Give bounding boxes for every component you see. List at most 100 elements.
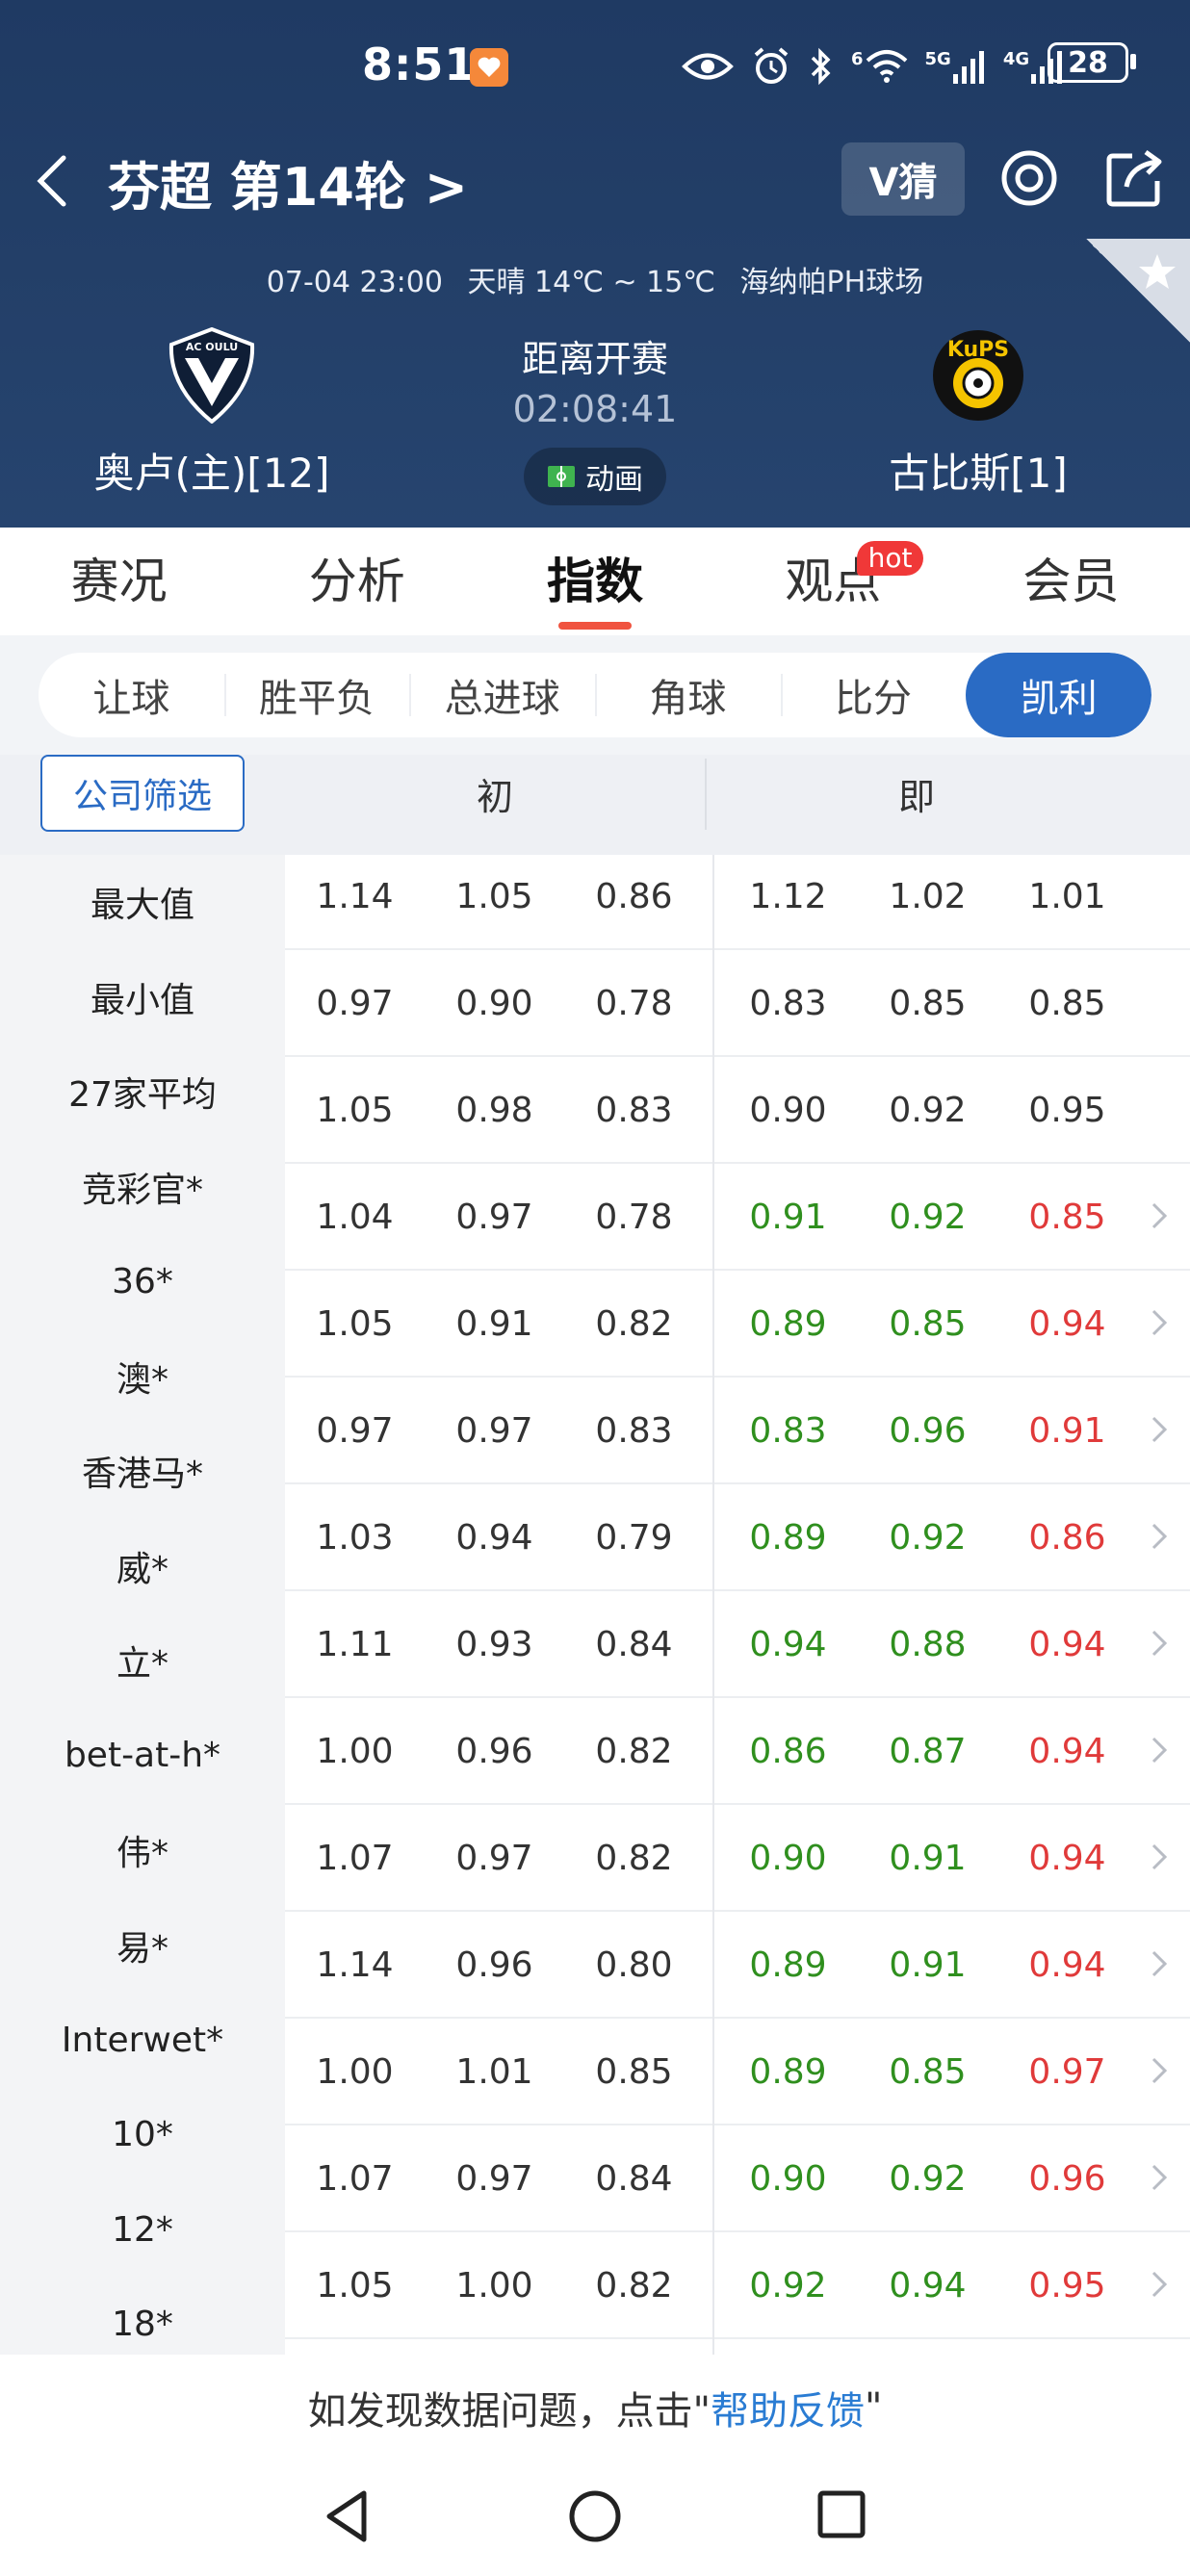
match-weather: 天晴 14℃ ~ 15℃ — [467, 266, 715, 299]
initial-odds-cell: 1.11 — [316, 1625, 394, 1664]
subtab-kelly[interactable]: 凯利 — [966, 653, 1151, 737]
company-name: 18* — [112, 2305, 173, 2345]
tab-analysis[interactable]: 分析 — [238, 528, 476, 635]
match-venue: 海纳帕PH球场 — [739, 266, 924, 299]
live-odds-cell: 0.91 — [1028, 1411, 1106, 1451]
initial-odds-cell: 0.98 — [455, 1091, 533, 1130]
nav-recents-icon[interactable] — [816, 2489, 867, 2543]
animation-button[interactable]: 动画 — [524, 448, 666, 505]
chevron-right-icon[interactable] — [1150, 1628, 1169, 1662]
tab-match-status[interactable]: 赛况 — [0, 528, 238, 635]
company-name: 36* — [112, 1261, 173, 1301]
odds-row[interactable]: 1.00 1.01 0.85 0.89 0.85 0.97 — [285, 2019, 1190, 2125]
back-arrow-icon[interactable] — [33, 154, 71, 212]
company-name: 10* — [112, 2115, 173, 2155]
live-odds-cell: 0.91 — [749, 1198, 827, 1237]
odds-row[interactable]: 1.05 1.00 0.82 0.92 0.94 0.95 — [285, 2232, 1190, 2339]
odds-row[interactable]: 1.11 0.93 0.84 0.94 0.88 0.94 — [285, 1591, 1190, 1698]
away-team[interactable]: KuPS 古比斯[1] — [805, 327, 1151, 500]
live-odds-cell: 0.90 — [749, 2159, 827, 2199]
company-name: 最小值 — [90, 980, 194, 1020]
initial-odds-cell: 0.82 — [595, 2266, 673, 2306]
live-odds-cell: 0.92 — [889, 1518, 967, 1558]
initial-odds-cell: 0.97 — [455, 2159, 533, 2199]
nav-back-icon[interactable] — [323, 2489, 370, 2547]
live-odds-cell: 0.90 — [749, 1091, 827, 1130]
live-odds-cell: 0.88 — [889, 1625, 967, 1664]
chevron-right-icon[interactable] — [1150, 1842, 1169, 1876]
chevron-right-icon[interactable] — [1150, 2269, 1169, 2304]
initial-odds-cell: 1.05 — [316, 1304, 394, 1344]
chevron-right-icon[interactable] — [1150, 2162, 1169, 2197]
initial-odds-cell: 0.97 — [455, 1839, 533, 1878]
v-guess-button[interactable]: V猜 — [841, 142, 965, 216]
initial-odds-cell: 0.83 — [595, 1411, 673, 1451]
home-team[interactable]: AC OULU 奥卢(主)[12] — [39, 326, 385, 500]
chevron-right-icon[interactable] — [1150, 2055, 1169, 2090]
tab-odds[interactable]: 指数 — [476, 528, 713, 635]
live-odds-cell: 0.89 — [749, 1945, 827, 1985]
odds-row[interactable]: 1.00 0.96 0.82 0.86 0.87 0.94 — [285, 1698, 1190, 1805]
home-team-name: 奥卢(主)[12] — [93, 450, 330, 497]
chevron-right-icon[interactable] — [1150, 1200, 1169, 1235]
live-odds-cell: 0.94 — [1028, 1839, 1106, 1878]
hot-badge: hot — [856, 541, 924, 576]
initial-odds-cell: 1.05 — [316, 1091, 394, 1130]
odds-row[interactable]: 1.07 0.97 0.84 0.90 0.92 0.96 — [285, 2125, 1190, 2232]
live-odds-cell: 0.97 — [1028, 2052, 1106, 2092]
odds-row[interactable]: 0.97 0.97 0.83 0.83 0.96 0.91 — [285, 1378, 1190, 1484]
tab-opinions[interactable]: 观点 hot — [714, 528, 952, 635]
alarm-icon — [751, 46, 791, 87]
match-datetime: 07-04 23:00 — [266, 266, 443, 299]
live-odds-cell: 0.86 — [749, 1732, 827, 1771]
chevron-right-icon[interactable] — [1150, 1414, 1169, 1449]
odds-row[interactable]: 1.07 0.97 0.82 0.90 0.91 0.94 — [285, 1805, 1190, 1912]
chevron-right-icon[interactable] — [1150, 1307, 1169, 1342]
initial-odds-cell: 0.84 — [595, 2159, 673, 2199]
odds-row[interactable]: 1.04 0.97 0.78 0.91 0.92 0.85 — [285, 1164, 1190, 1271]
subtab-total-goals[interactable]: 总进球 — [409, 653, 595, 737]
odds-row[interactable]: 1.14 0.96 0.80 0.89 0.91 0.94 — [285, 1912, 1190, 2019]
company-name: bet-at-h* — [64, 1736, 221, 1776]
feedback-prefix: 如发现数据问题，点击" — [307, 2389, 711, 2434]
active-tab-indicator — [558, 622, 632, 630]
target-icon[interactable] — [999, 148, 1059, 212]
share-icon[interactable] — [1105, 148, 1165, 212]
subtab-corners[interactable]: 角球 — [595, 653, 781, 737]
live-odds-cell: 0.85 — [1028, 984, 1106, 1023]
odds-row[interactable]: 1.05 0.91 0.82 0.89 0.85 0.94 — [285, 1271, 1190, 1378]
pitch-icon — [548, 466, 575, 487]
main-tab-bar: 赛况 分析 指数 观点 hot 会员 — [0, 528, 1190, 635]
eye-icon — [682, 50, 734, 83]
live-odds-cell: 0.94 — [889, 2266, 967, 2306]
odds-row[interactable]: 1.03 0.94 0.79 0.89 0.92 0.86 — [285, 1484, 1190, 1591]
initial-odds-cell: 0.97 — [455, 1198, 533, 1237]
live-odds-cell: 0.91 — [889, 1839, 967, 1878]
chevron-right-icon[interactable] — [1150, 1521, 1169, 1556]
league-round-title[interactable]: 芬超 第14轮 > — [108, 144, 468, 220]
initial-odds-cell: 0.86 — [595, 877, 673, 916]
live-odds-cell: 0.90 — [749, 1839, 827, 1878]
initial-odds-cell: 1.00 — [455, 2266, 533, 2306]
app-notification-icon — [470, 48, 508, 87]
company-name: 27家平均 — [68, 1075, 217, 1116]
help-feedback-link[interactable]: 帮助反馈 — [711, 2380, 865, 2435]
initial-odds-cell: 0.78 — [595, 984, 673, 1023]
live-odds-cell: 0.86 — [1028, 1518, 1106, 1558]
company-filter-button[interactable]: 公司筛选 — [40, 755, 245, 832]
initial-odds-header: 初 — [476, 775, 513, 818]
initial-odds-cell: 0.83 — [595, 1091, 673, 1130]
countdown-timer: 02:08:41 — [512, 388, 678, 430]
subtab-score[interactable]: 比分 — [780, 653, 967, 737]
live-odds-cell: 0.92 — [749, 2266, 827, 2306]
live-odds-cell: 0.89 — [749, 1518, 827, 1558]
live-odds-cell: 0.87 — [889, 1732, 967, 1771]
subtab-win-draw-lose[interactable]: 胜平负 — [223, 653, 410, 737]
subtab-handicap[interactable]: 让球 — [39, 653, 224, 737]
chevron-right-icon[interactable] — [1150, 1948, 1169, 1983]
chevron-right-icon[interactable] — [1150, 1735, 1169, 1769]
header-nav: 芬超 第14轮 > V猜 — [0, 135, 1190, 227]
nav-home-icon[interactable] — [568, 2489, 622, 2547]
live-odds-header: 即 — [897, 775, 935, 818]
tab-membership[interactable]: 会员 — [952, 528, 1190, 635]
